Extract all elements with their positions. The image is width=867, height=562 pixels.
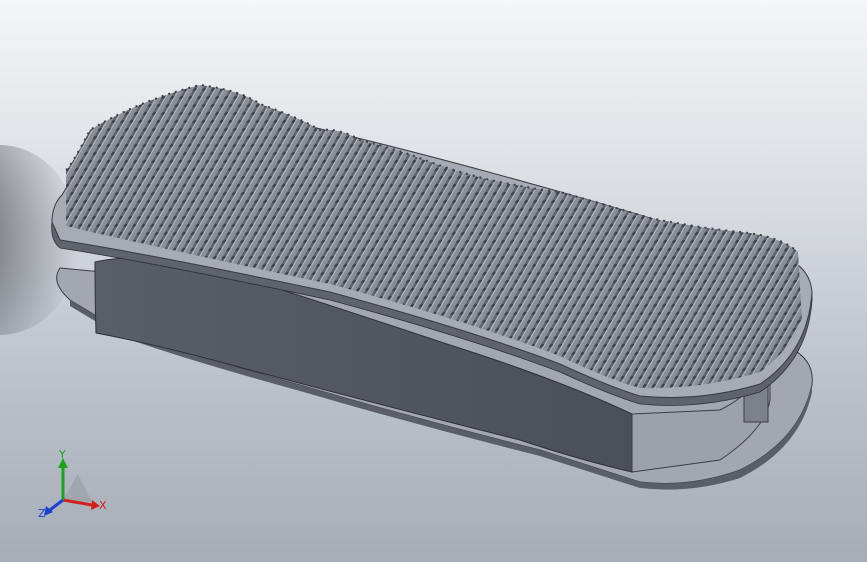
orientation-triad[interactable]: X Y Z [30, 446, 120, 526]
part-model[interactable] [51, 83, 813, 490]
triad-x-label: X [99, 499, 107, 512]
triad-y-label: Y [58, 448, 66, 461]
3d-viewport[interactable] [0, 0, 867, 562]
z-axis-line [49, 498, 64, 512]
triad-plane [63, 474, 92, 502]
triad-z-label: Z [38, 507, 46, 520]
